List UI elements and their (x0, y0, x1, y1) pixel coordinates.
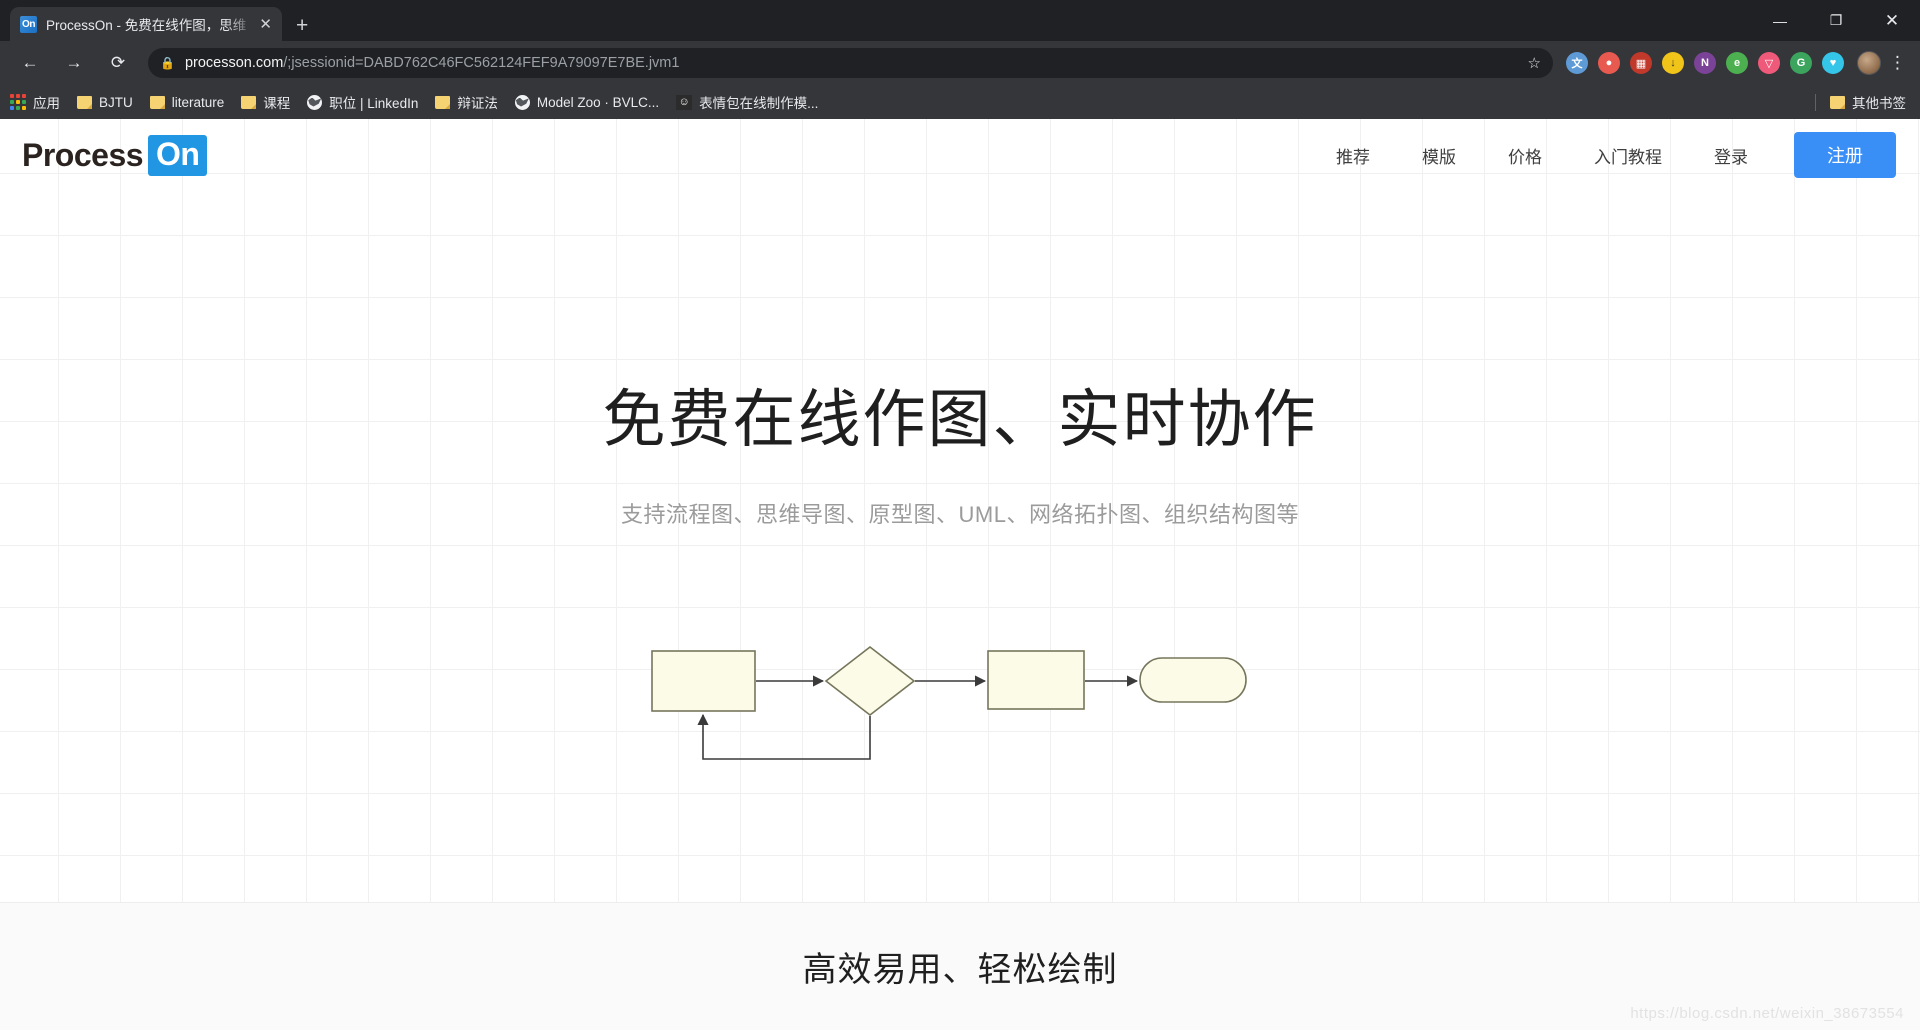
tab-close-icon[interactable]: ✕ (259, 17, 272, 32)
other-bookmarks-label: 其他书签 (1852, 92, 1906, 112)
bookmark-label: literature (172, 95, 225, 110)
hero-title: 免费在线作图、实时协作 (0, 383, 1920, 459)
bookmark-star-icon[interactable]: ☆ (1528, 54, 1541, 72)
csdn-watermark: https://blog.csdn.net/weixin_38673554 (1630, 1005, 1904, 1022)
download-extension-icon[interactable]: ↓ (1662, 52, 1684, 74)
translate-extension-icon[interactable]: 文 (1566, 52, 1588, 74)
site-nav: 推荐 模版 价格 入门教程 登录 注册 (1284, 132, 1896, 178)
tab-title: ProcessOn - 免费在线作图，思维 (46, 14, 255, 34)
url-text: processon.com/;jsessionid=DABD762C46FC56… (185, 55, 1520, 71)
nav-item-templates[interactable]: 模版 (1422, 143, 1456, 168)
bookmark-label: 应用 (33, 92, 60, 112)
grammarly-extension-icon[interactable]: G (1790, 52, 1812, 74)
signup-button[interactable]: 注册 (1794, 132, 1896, 178)
bookmark-emoji-maker[interactable]: ☺ 表情包在线制作模... (676, 92, 818, 112)
bookmarks-bar: 应用 BJTU literature 课程 职位 | LinkedIn 辩证法 … (0, 85, 1920, 119)
back-icon[interactable]: ← (13, 46, 47, 80)
edge-feedback (703, 715, 870, 759)
processon-logo[interactable]: Process On (22, 135, 207, 176)
profile-avatar[interactable] (1857, 51, 1881, 75)
hero-subtitle: 支持流程图、思维导图、原型图、UML、网络拓扑图、组织结构图等 (0, 497, 1920, 529)
browser-menu-icon[interactable]: ⋮ (1889, 53, 1906, 73)
folder-icon (150, 96, 165, 109)
page-viewport: Process On 推荐 模版 价格 入门教程 登录 注册 免费在线作图、实时… (0, 119, 1920, 1030)
forward-icon[interactable]: → (57, 46, 91, 80)
apps-grid-icon (10, 94, 26, 110)
globe-icon (307, 95, 322, 110)
bookmark-label: BJTU (99, 95, 133, 110)
process-node-2 (988, 651, 1084, 709)
grid-background (0, 119, 1920, 1030)
folder-icon (435, 96, 450, 109)
terminator-node (1140, 658, 1246, 702)
evernote-extension-icon[interactable]: e (1726, 52, 1748, 74)
bookmark-label: Model Zoo · BVLC... (537, 95, 659, 110)
onenote-extension-icon[interactable]: N (1694, 52, 1716, 74)
hero-section: 免费在线作图、实时协作 支持流程图、思维导图、原型图、UML、网络拓扑图、组织结… (0, 383, 1920, 529)
address-bar[interactable]: 🔒 processon.com/;jsessionid=DABD762C46FC… (148, 48, 1553, 78)
bookmark-linkedin[interactable]: 职位 | LinkedIn (307, 92, 418, 112)
new-tab-icon[interactable]: + (296, 15, 308, 36)
reload-icon[interactable]: ⟳ (101, 46, 135, 80)
bookmark-model-zoo[interactable]: Model Zoo · BVLC... (515, 95, 659, 110)
browser-window: On ProcessOn - 免费在线作图，思维 ✕ + — ❐ ✕ ← → ⟳… (0, 0, 1920, 1030)
logo-text-process: Process (22, 137, 143, 174)
lock-icon: 🔒 (160, 56, 175, 70)
logo-text-on: On (148, 135, 207, 176)
pocket-extension-icon[interactable]: ▽ (1758, 52, 1780, 74)
shield-extension-icon[interactable]: ♥ (1822, 52, 1844, 74)
bookmark-kecheng[interactable]: 课程 (241, 92, 290, 112)
url-host: processon.com (185, 55, 283, 71)
folder-icon (241, 96, 256, 109)
flowchart-illustration (0, 625, 1920, 775)
tab-strip: On ProcessOn - 免费在线作图，思维 ✕ + — ❐ ✕ (0, 0, 1920, 41)
bookmark-label: 表情包在线制作模... (699, 92, 818, 112)
bookmark-label: 辩证法 (457, 92, 498, 112)
section-title: 高效易用、轻松绘制 (803, 942, 1118, 991)
url-path: /;jsessionid=DABD762C46FC562124FEF9A7909… (283, 55, 679, 71)
browser-tab[interactable]: On ProcessOn - 免费在线作图，思维 ✕ (10, 7, 282, 41)
bookmark-label: 课程 (263, 92, 290, 112)
processon-favicon: On (20, 16, 37, 33)
bookmarks-divider (1815, 94, 1816, 111)
window-close-icon[interactable]: ✕ (1864, 0, 1920, 41)
site-header: Process On 推荐 模版 价格 入门教程 登录 注册 (0, 119, 1920, 191)
other-bookmarks[interactable]: 其他书签 (1815, 92, 1906, 112)
nav-item-recommend[interactable]: 推荐 (1336, 143, 1370, 168)
window-controls: — ❐ ✕ (1752, 0, 1920, 41)
invader-extension-icon[interactable]: ▦ (1630, 52, 1652, 74)
adblock-extension-icon[interactable]: ● (1598, 52, 1620, 74)
bookmark-bjtu[interactable]: BJTU (77, 95, 133, 110)
flowchart-svg (650, 625, 1270, 775)
nav-item-pricing[interactable]: 价格 (1508, 143, 1542, 168)
extensions-row: 文 ● ▦ ↓ N e ▽ G ♥ (1561, 52, 1849, 74)
browser-toolbar: ← → ⟳ 🔒 processon.com/;jsessionid=DABD76… (0, 41, 1920, 85)
bookmark-literature[interactable]: literature (150, 95, 225, 110)
globe-icon (515, 95, 530, 110)
bookmark-apps[interactable]: 应用 (10, 92, 60, 112)
bookmark-bianzhengfa[interactable]: 辩证法 (435, 92, 498, 112)
decision-node (826, 647, 914, 715)
nav-item-login[interactable]: 登录 (1714, 143, 1748, 168)
bookmark-label: 职位 | LinkedIn (329, 92, 418, 112)
minimize-icon[interactable]: — (1752, 0, 1808, 41)
emoji-icon: ☺ (676, 95, 692, 110)
folder-icon (1830, 96, 1845, 109)
maximize-icon[interactable]: ❐ (1808, 0, 1864, 41)
nav-item-tutorial[interactable]: 入门教程 (1594, 143, 1662, 168)
process-node-1 (652, 651, 755, 711)
folder-icon (77, 96, 92, 109)
